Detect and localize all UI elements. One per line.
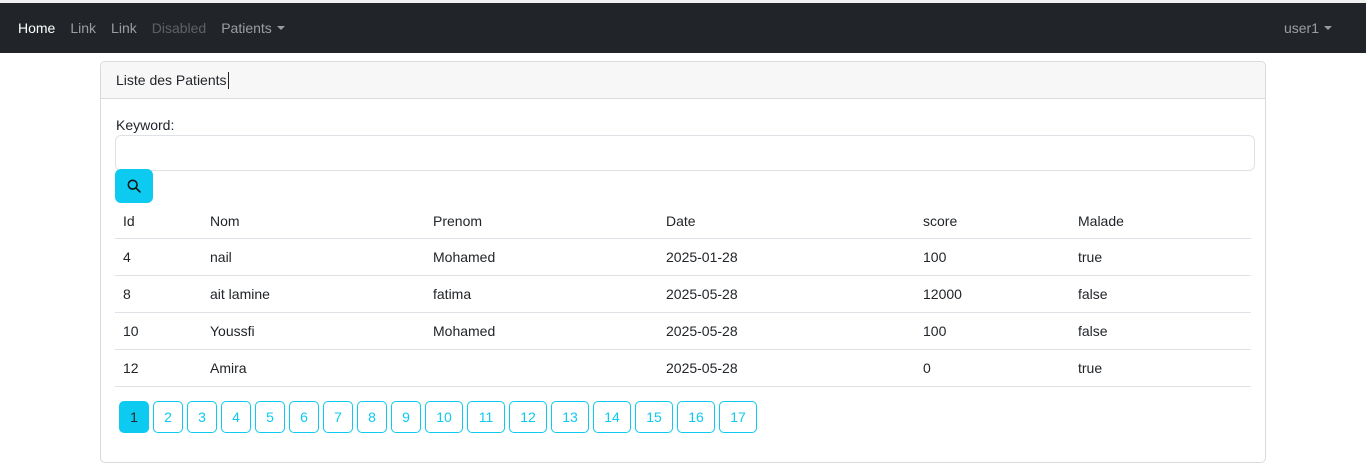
user-name: user1 [1283, 20, 1319, 36]
page-button-2[interactable]: 2 [153, 401, 183, 433]
page-button-12[interactable]: 12 [509, 401, 547, 433]
cell-prenom: Mohamed [425, 312, 658, 350]
cell-nom: nail [202, 238, 425, 276]
keyword-label: Keyword: [116, 117, 175, 133]
page-button-5[interactable]: 5 [255, 401, 285, 433]
nav-home-link[interactable]: Home [18, 20, 55, 36]
card-header: Liste des Patients [101, 62, 1265, 99]
cell-id: 12 [115, 349, 202, 387]
text-cursor [227, 71, 229, 89]
cell-nom: Amira [202, 349, 425, 387]
nav-disabled-label: Disabled [151, 20, 207, 36]
cell-score: 100 [915, 312, 1070, 350]
cell-date: 2025-05-28 [658, 349, 915, 387]
nav-disabled-link: Disabled [152, 20, 206, 36]
column-header-score: score [915, 203, 1070, 239]
nav-link-2[interactable]: Link [111, 20, 137, 36]
cell-nom: Youssfi [202, 312, 425, 350]
page-button-3[interactable]: 3 [187, 401, 217, 433]
column-header-prenom: Prenom [425, 203, 658, 239]
nav-home-label: Home [18, 20, 56, 36]
search-icon [127, 179, 141, 193]
page-button-8[interactable]: 8 [357, 401, 387, 433]
cell-id: 8 [115, 275, 202, 313]
user-menu-dropdown[interactable]: user1 [1284, 3, 1332, 53]
cell-malade: false [1070, 312, 1251, 350]
cell-id: 10 [115, 312, 202, 350]
nav-link-1-label: Link [70, 20, 97, 36]
table-row: 8 ait lamine fatima 2025-05-28 12000 fal… [115, 275, 1251, 313]
pagination: 1 2 3 4 5 6 7 8 9 10 11 12 13 14 15 16 1… [119, 401, 761, 433]
page-button-4[interactable]: 4 [221, 401, 251, 433]
patients-card: Liste des Patients Keyword: Id Nom Preno… [100, 61, 1266, 463]
nav-link-2-label: Link [111, 20, 137, 36]
column-header-malade: Malade [1070, 203, 1251, 239]
cell-date: 2025-05-28 [658, 312, 915, 350]
cell-malade: true [1070, 349, 1251, 387]
cell-date: 2025-01-28 [658, 238, 915, 276]
page-button-7[interactable]: 7 [323, 401, 353, 433]
card-title: Liste des Patients [116, 72, 227, 88]
cell-score: 0 [915, 349, 1070, 387]
chevron-down-icon [276, 26, 285, 30]
column-header-date: Date [658, 203, 915, 239]
cell-malade: false [1070, 275, 1251, 313]
cell-date: 2025-05-28 [658, 275, 915, 313]
cell-prenom: fatima [425, 275, 658, 313]
cell-prenom: Mohamed [425, 238, 658, 276]
chevron-down-icon [1324, 26, 1332, 30]
page-button-9[interactable]: 9 [391, 401, 421, 433]
page-button-15[interactable]: 15 [635, 401, 673, 433]
cell-id: 4 [115, 238, 202, 276]
page-button-13[interactable]: 13 [551, 401, 589, 433]
cell-nom: ait lamine [202, 275, 425, 313]
table-row: 12 Amira 2025-05-28 0 true [115, 349, 1251, 387]
navbar: Home Link Link Disabled Patients user1 [0, 3, 1366, 53]
cell-prenom [425, 349, 658, 387]
patients-table: Id Nom Prenom Date score Malade 4 nail M… [115, 203, 1251, 387]
page-button-11[interactable]: 11 [467, 401, 505, 433]
table-row: 10 Youssfi Mohamed 2025-05-28 100 false [115, 312, 1251, 350]
table-header-row: Id Nom Prenom Date score Malade [115, 203, 1251, 239]
nav-patients-dropdown[interactable]: Patients [221, 20, 285, 36]
cell-score: 12000 [915, 275, 1070, 313]
keyword-input[interactable] [115, 135, 1255, 171]
table-row: 4 nail Mohamed 2025-01-28 100 true [115, 238, 1251, 276]
column-header-id: Id [115, 203, 202, 239]
cell-malade: true [1070, 238, 1251, 276]
page-button-14[interactable]: 14 [593, 401, 631, 433]
page-button-17[interactable]: 17 [719, 401, 757, 433]
column-header-nom: Nom [202, 203, 425, 239]
nav-links: Home Link Link Disabled Patients [18, 20, 300, 36]
page-button-6[interactable]: 6 [289, 401, 319, 433]
search-button[interactable] [115, 169, 153, 203]
cell-score: 100 [915, 238, 1070, 276]
page-button-1[interactable]: 1 [119, 401, 149, 433]
page-button-10[interactable]: 10 [425, 401, 463, 433]
nav-patients-label: Patients [221, 20, 272, 36]
nav-link-1[interactable]: Link [70, 20, 96, 36]
page-button-16[interactable]: 16 [677, 401, 715, 433]
